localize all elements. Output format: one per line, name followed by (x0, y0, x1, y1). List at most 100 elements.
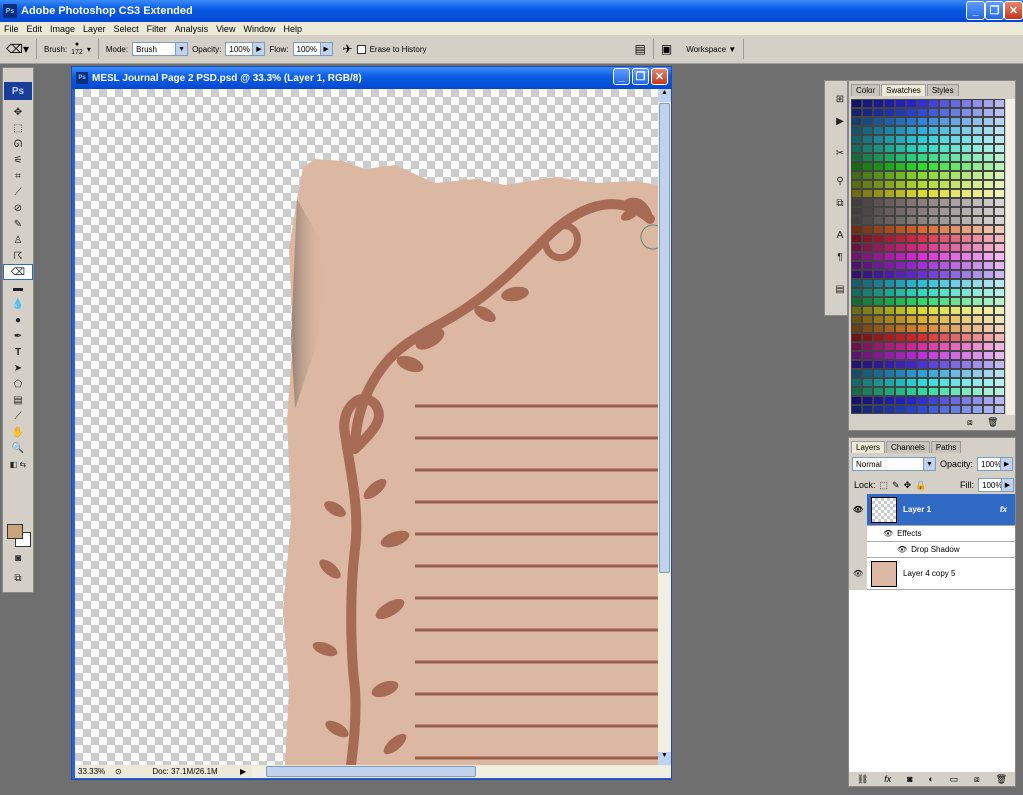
swatch[interactable] (928, 225, 939, 234)
new-group-icon[interactable]: ▭ (950, 774, 959, 785)
swatch[interactable] (994, 324, 1005, 333)
swatch[interactable] (851, 396, 862, 405)
swatch[interactable] (928, 369, 939, 378)
swatch[interactable] (884, 270, 895, 279)
swatch[interactable] (851, 207, 862, 216)
swatch[interactable] (939, 279, 950, 288)
swatch[interactable] (972, 171, 983, 180)
blur-tool-icon[interactable]: 💧 (3, 296, 33, 312)
swatch[interactable] (994, 252, 1005, 261)
swatch[interactable] (862, 117, 873, 126)
swatch[interactable] (917, 333, 928, 342)
swatch[interactable] (917, 405, 928, 414)
swatch[interactable] (873, 405, 884, 414)
horizontal-scrollbar[interactable] (252, 766, 671, 777)
new-layer-icon[interactable]: ⧈ (974, 774, 980, 785)
swatch[interactable] (862, 288, 873, 297)
swatch[interactable] (895, 387, 906, 396)
swatch[interactable] (906, 234, 917, 243)
swatch[interactable] (939, 189, 950, 198)
swatch[interactable] (972, 306, 983, 315)
add-mask-icon[interactable]: ◙ (907, 774, 912, 784)
swatch[interactable] (895, 261, 906, 270)
swatch[interactable] (851, 270, 862, 279)
swatch[interactable] (873, 306, 884, 315)
swatch[interactable] (895, 198, 906, 207)
swatch[interactable] (972, 324, 983, 333)
swatch[interactable] (939, 162, 950, 171)
swatch[interactable] (950, 252, 961, 261)
swatch[interactable] (994, 108, 1005, 117)
swatch[interactable] (994, 117, 1005, 126)
swatch[interactable] (972, 360, 983, 369)
swatch[interactable] (884, 279, 895, 288)
swatch[interactable] (862, 378, 873, 387)
swatch[interactable] (884, 189, 895, 198)
swatch[interactable] (851, 342, 862, 351)
swatch[interactable] (884, 342, 895, 351)
swatch[interactable] (917, 369, 928, 378)
swatch[interactable] (917, 396, 928, 405)
swatch[interactable] (939, 378, 950, 387)
swatch[interactable] (950, 198, 961, 207)
layer-drop-shadow-row[interactable]: 👁 Drop Shadow (849, 541, 1015, 558)
swatch[interactable] (983, 117, 994, 126)
swatch[interactable] (917, 288, 928, 297)
swatch[interactable] (961, 243, 972, 252)
swatch[interactable] (994, 216, 1005, 225)
swatch[interactable] (906, 225, 917, 234)
swatch[interactable] (851, 117, 862, 126)
swatch[interactable] (851, 198, 862, 207)
menu-window[interactable]: Window (239, 24, 279, 34)
swatch[interactable] (917, 180, 928, 189)
swatch[interactable] (950, 324, 961, 333)
swatch[interactable] (884, 396, 895, 405)
swatch[interactable] (950, 189, 961, 198)
swatch[interactable] (950, 225, 961, 234)
lock-pixels-icon[interactable]: ✎ (892, 480, 900, 491)
mode-select[interactable]: Brush ▼ (132, 42, 189, 56)
swatch[interactable] (961, 189, 972, 198)
swatch[interactable] (895, 369, 906, 378)
status-menu-icon[interactable]: ⊙ (115, 767, 130, 776)
swatch[interactable] (994, 342, 1005, 351)
swatch[interactable] (917, 162, 928, 171)
swatch[interactable] (906, 387, 917, 396)
swatch[interactable] (928, 333, 939, 342)
menu-file[interactable]: File (0, 24, 23, 34)
swatch[interactable] (972, 153, 983, 162)
swatch[interactable] (862, 279, 873, 288)
swatch[interactable] (994, 135, 1005, 144)
tab-layers[interactable]: Layers (851, 441, 886, 453)
swatch[interactable] (972, 261, 983, 270)
swatch[interactable] (862, 315, 873, 324)
swatch[interactable] (862, 342, 873, 351)
menu-select[interactable]: Select (110, 24, 143, 34)
menu-edit[interactable]: Edit (23, 24, 47, 34)
swatch[interactable] (983, 135, 994, 144)
dodge-tool-icon[interactable]: ● (3, 312, 33, 328)
swatch[interactable] (972, 369, 983, 378)
swatch[interactable] (862, 153, 873, 162)
swatch[interactable] (917, 207, 928, 216)
swatch[interactable] (972, 117, 983, 126)
swatch[interactable] (873, 99, 884, 108)
swatch[interactable] (961, 360, 972, 369)
tab-styles[interactable]: Styles (926, 84, 959, 96)
eyedropper-tool-icon[interactable]: ⟋ (3, 408, 33, 424)
swatch[interactable] (895, 324, 906, 333)
swatch[interactable] (873, 225, 884, 234)
swatch[interactable] (851, 216, 862, 225)
swatch[interactable] (928, 99, 939, 108)
swatch[interactable] (906, 333, 917, 342)
swatch[interactable] (873, 171, 884, 180)
canvas[interactable] (75, 89, 658, 765)
swatch[interactable] (950, 315, 961, 324)
swatch[interactable] (873, 153, 884, 162)
swatch[interactable] (884, 117, 895, 126)
layer-opacity-field[interactable]: 100% ▶ (977, 457, 1014, 471)
swatch[interactable] (906, 297, 917, 306)
swatch[interactable] (983, 162, 994, 171)
swatch[interactable] (994, 306, 1005, 315)
swatch[interactable] (983, 306, 994, 315)
